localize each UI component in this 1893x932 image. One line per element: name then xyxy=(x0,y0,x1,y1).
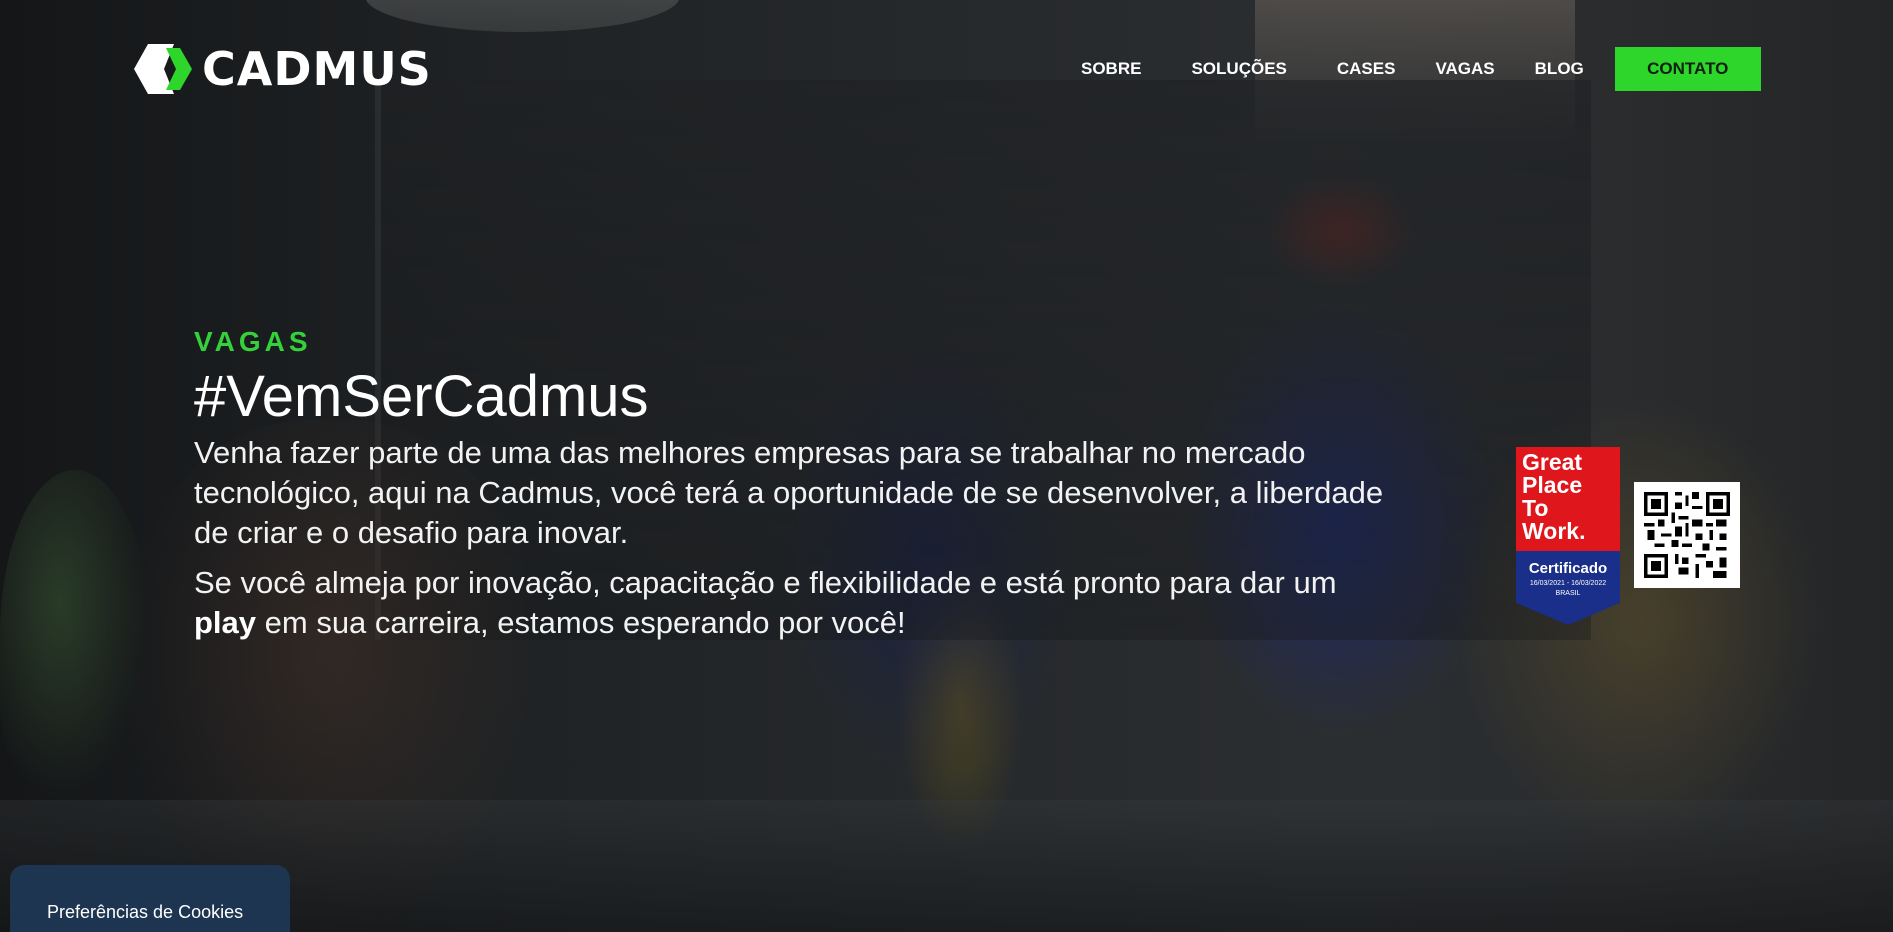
qr-code-icon xyxy=(1644,492,1730,578)
logo-link[interactable]: CADMUS xyxy=(134,44,432,94)
intro-paragraph: Venha fazer parte de uma das melhores em… xyxy=(194,435,1384,550)
nav-link-cases[interactable]: CASES xyxy=(1337,47,1396,91)
nav-link-blog[interactable]: BLOG xyxy=(1535,47,1584,91)
logo-text: CADMUS xyxy=(202,42,432,96)
invitation-paragraph: Se você almeja por inovação, capacitação… xyxy=(194,563,1384,643)
background-plant xyxy=(0,470,150,800)
badge-dates: 16/03/2021 - 16/03/2022 xyxy=(1529,580,1607,587)
badge-country: BRASIL xyxy=(1555,590,1581,597)
badge-line: To xyxy=(1522,495,1549,521)
badge-line: Work. xyxy=(1522,518,1586,544)
contact-button[interactable]: CONTATO xyxy=(1614,47,1761,91)
invitation-text-bold: play xyxy=(194,605,257,640)
cookie-preferences-label: Preferências de Cookies xyxy=(47,902,244,922)
badge-title: Great Place To Work. xyxy=(1516,447,1620,551)
hero-section: CADMUS SOBRE SOLUÇÕES CASES VAGAS BLOG C… xyxy=(0,0,1893,932)
badge-certified-ribbon: Certificado 16/03/2021 - 16/03/2022 BRAS… xyxy=(1516,551,1620,625)
top-navigation: CADMUS SOBRE SOLUÇÕES CASES VAGAS BLOG C… xyxy=(0,0,1893,140)
nav-links: SOBRE SOLUÇÕES CASES VAGAS BLOG CONTATO xyxy=(1060,47,1761,91)
cookie-preferences-button[interactable]: Preferências de Cookies xyxy=(10,865,290,932)
nav-link-solucoes[interactable]: SOLUÇÕES xyxy=(1191,47,1286,91)
nav-link-sobre[interactable]: SOBRE xyxy=(1081,47,1141,91)
badge-line: Place xyxy=(1522,472,1583,498)
badge-line: Great xyxy=(1522,449,1583,475)
invitation-text-end: em sua carreira, estamos esperando por v… xyxy=(256,605,906,640)
qr-code xyxy=(1634,482,1740,588)
nav-link-vagas[interactable]: VAGAS xyxy=(1435,47,1494,91)
great-place-to-work-badge: Great Place To Work. Certificado 16/03/2… xyxy=(1516,447,1620,625)
invitation-text-start: Se você almeja por inovação, capacitação… xyxy=(194,565,1337,600)
page-title: #VemSerCadmus xyxy=(194,364,649,429)
cadmus-logo-icon xyxy=(134,44,192,94)
hero-content: VAGAS #VemSerCadmus Venha fazer parte de… xyxy=(194,325,1394,643)
badge-certified-label: Certificado xyxy=(1528,560,1608,577)
section-eyebrow: VAGAS xyxy=(194,326,312,357)
